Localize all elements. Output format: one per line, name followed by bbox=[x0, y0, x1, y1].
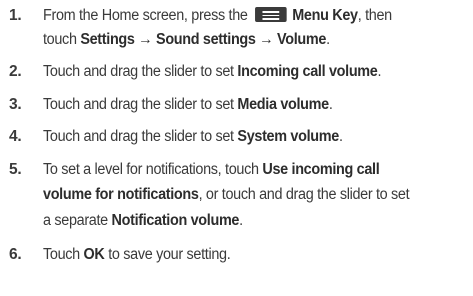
step-5-text-mid: , or touch and drag the slider to set bbox=[198, 186, 410, 203]
step-3-text: Touch and drag the slider to set bbox=[43, 96, 234, 113]
step-5-line-3: a separate Notification volume. bbox=[43, 212, 243, 230]
step-number: 3. bbox=[9, 96, 22, 113]
step-6-text: Touch bbox=[43, 246, 80, 263]
use-incoming-call-label-part2: volume for notifications bbox=[43, 186, 199, 203]
step-4-line: Touch and drag the slider to set System … bbox=[43, 128, 343, 146]
menu-key-label: Menu Key bbox=[292, 7, 358, 24]
step-5-period: . bbox=[239, 212, 243, 229]
step-2-line: Touch and drag the slider to set Incomin… bbox=[43, 63, 382, 81]
step-6-line: Touch OK to save your setting. bbox=[43, 246, 231, 264]
settings-path: Settings → Sound settings → Volume bbox=[80, 31, 327, 48]
step-1-touch: touch bbox=[43, 31, 77, 48]
step-5-line-2: volume for notifications, or touch and d… bbox=[43, 186, 410, 204]
use-incoming-call-label-part1: Use incoming call bbox=[262, 161, 380, 178]
step-number: 6. bbox=[9, 246, 22, 263]
notification-volume-label: Notification volume bbox=[111, 212, 240, 229]
step-3-period: . bbox=[328, 96, 333, 113]
step-number: 5. bbox=[9, 161, 22, 178]
step-4-text: Touch and drag the slider to set bbox=[43, 128, 234, 145]
step-number: 1. bbox=[9, 7, 22, 24]
media-volume-label: Media volume bbox=[237, 96, 329, 113]
step-5-text-end: a separate bbox=[43, 212, 108, 229]
step-2-text: Touch and drag the slider to set bbox=[43, 63, 234, 80]
step-1-period: . bbox=[326, 31, 330, 48]
step-1-line-2: touch Settings → Sound settings → Volume… bbox=[43, 31, 330, 49]
step-2-period: . bbox=[377, 63, 382, 80]
step-5-text: To set a level for notifications, touch bbox=[43, 161, 259, 178]
menu-key-icon bbox=[255, 7, 287, 22]
step-1-text: From the Home screen, press the bbox=[43, 7, 248, 24]
step-1-line-1: From the Home screen, press the Menu Key… bbox=[43, 7, 392, 25]
step-4-period: . bbox=[338, 128, 343, 145]
step-number: 4. bbox=[9, 128, 22, 145]
step-1-text-end: , then bbox=[357, 7, 392, 24]
system-volume-label: System volume bbox=[237, 128, 339, 145]
ok-label: OK bbox=[83, 246, 105, 263]
incoming-call-volume-label: Incoming call volume bbox=[237, 63, 378, 80]
step-5-line-1: To set a level for notifications, touch … bbox=[43, 161, 380, 179]
step-6-text-end: to save your setting. bbox=[108, 246, 231, 263]
step-3-line: Touch and drag the slider to set Media v… bbox=[43, 96, 333, 114]
step-number: 2. bbox=[9, 63, 22, 80]
